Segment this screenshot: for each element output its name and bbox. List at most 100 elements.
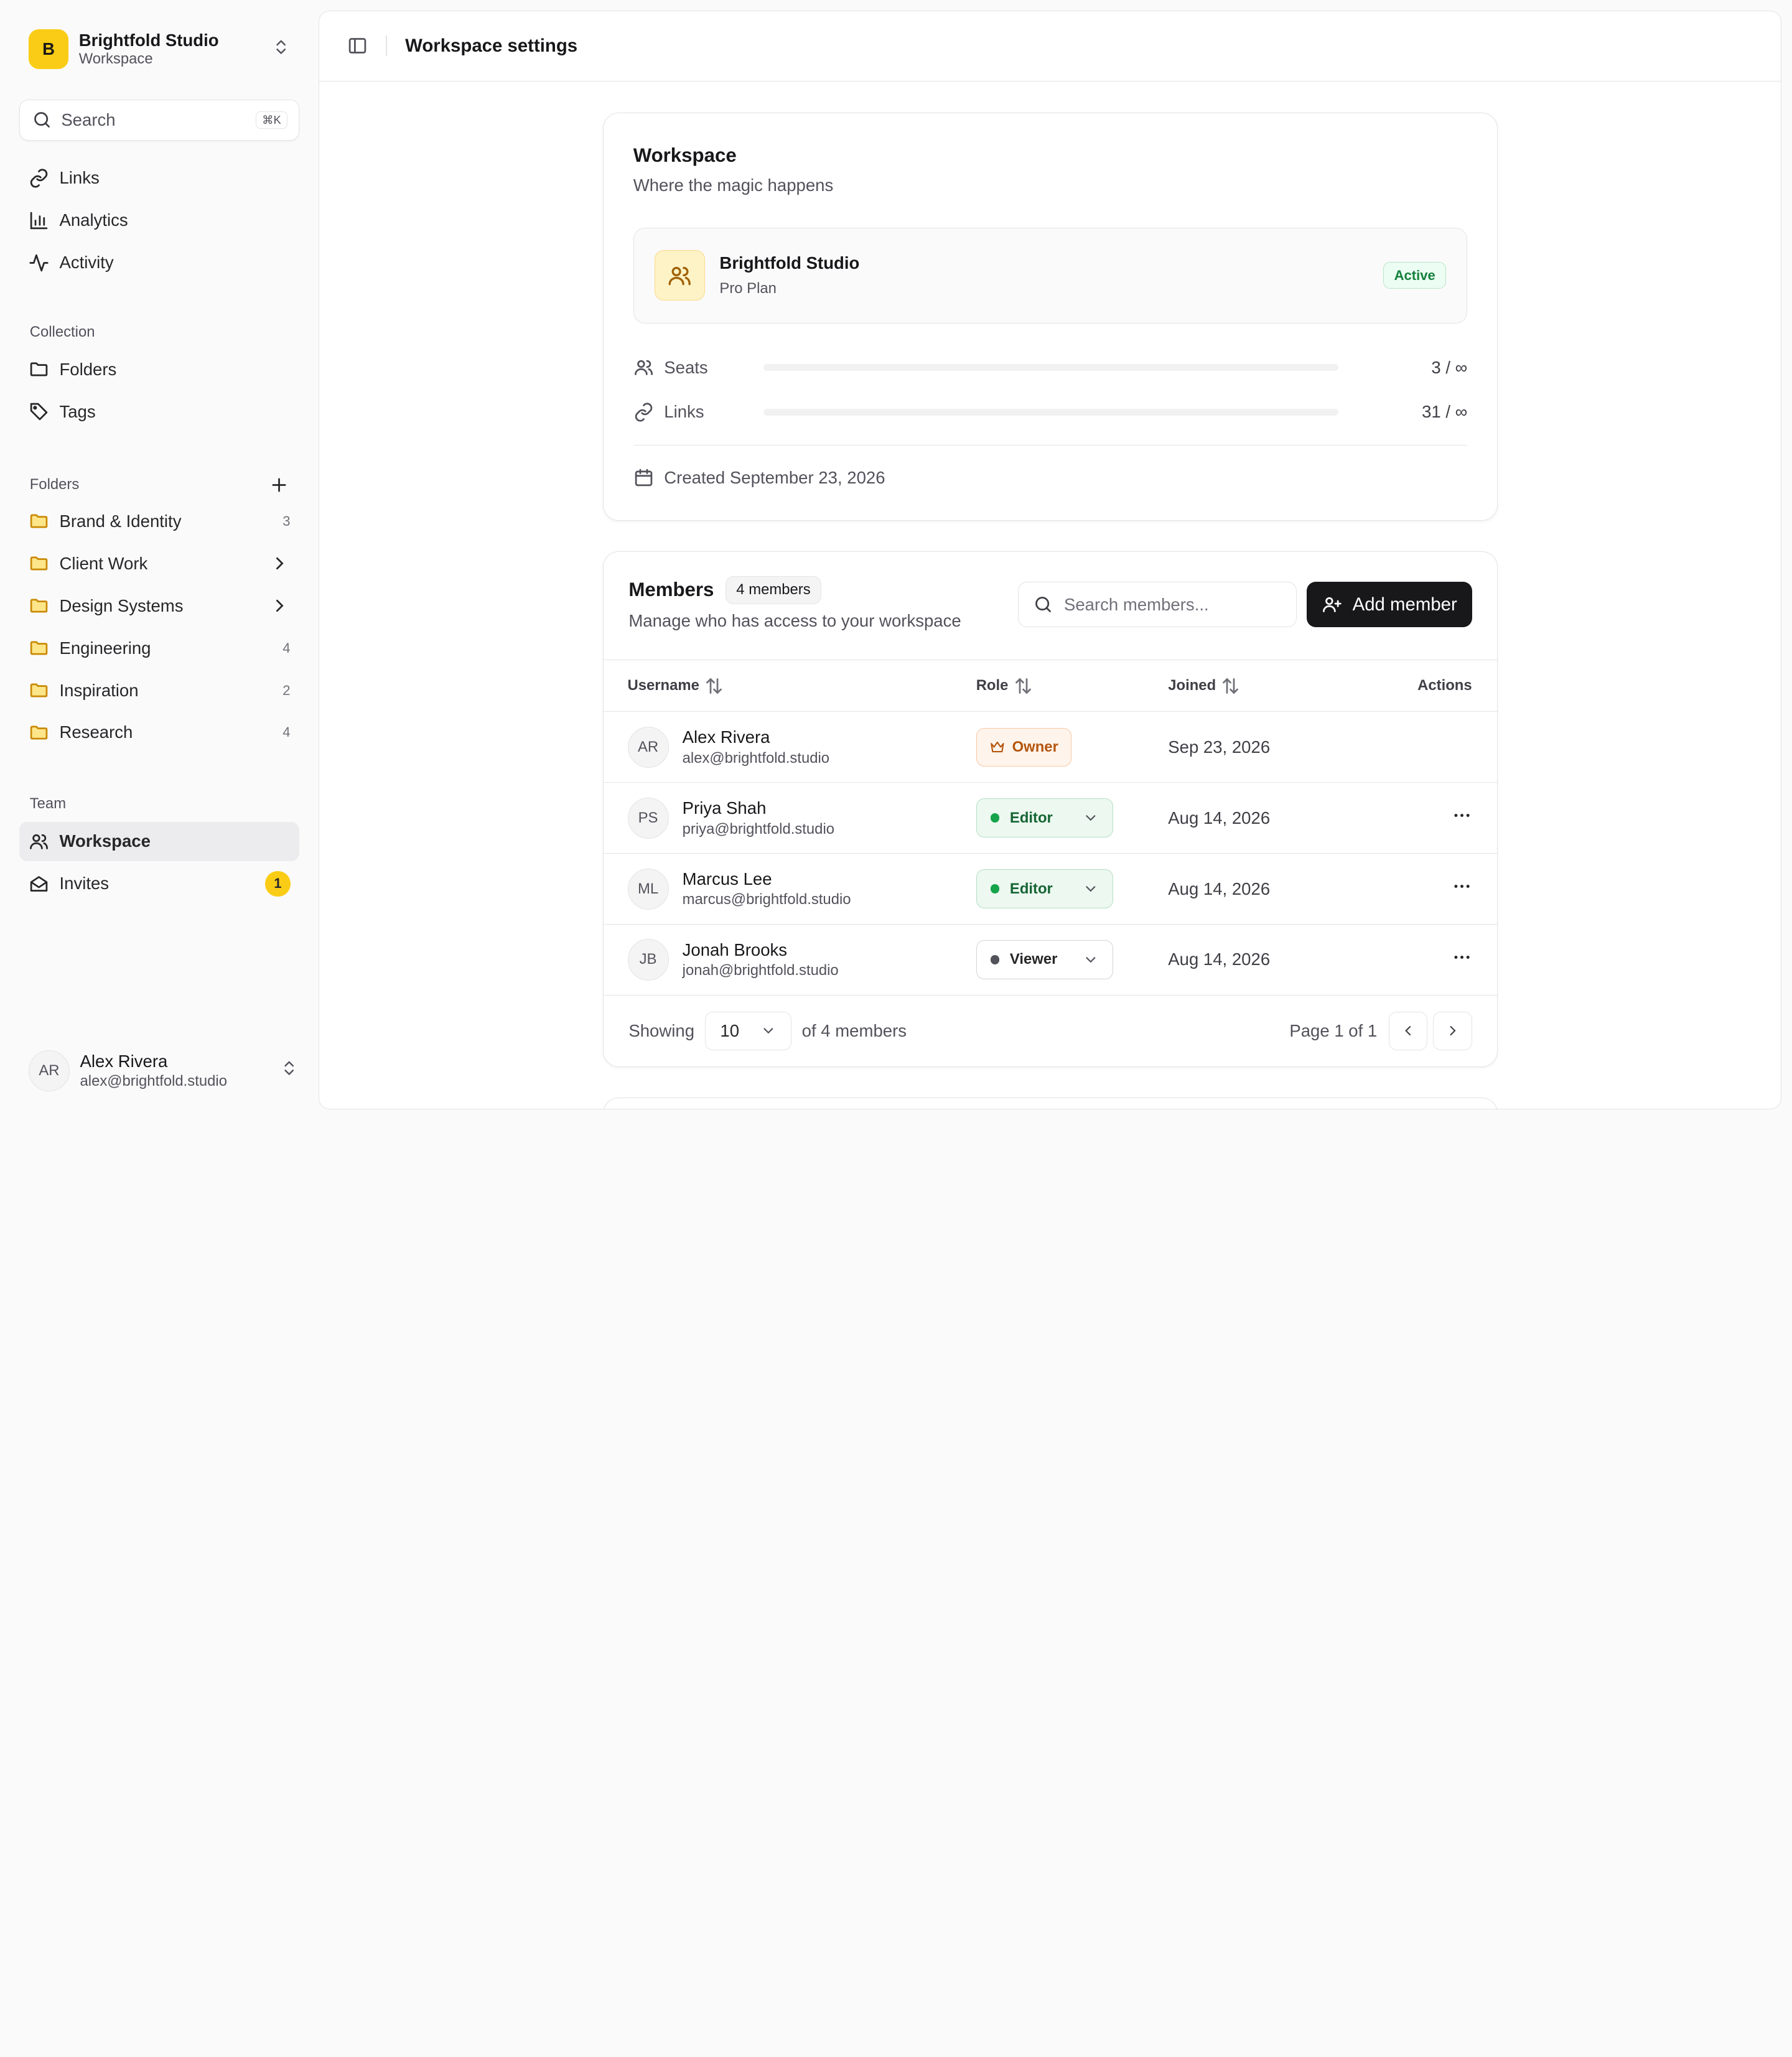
role-cell: Editor <box>976 869 1169 908</box>
folder-count: 3 <box>282 513 291 529</box>
link-icon <box>29 168 49 189</box>
members-search-input[interactable]: Search members... <box>1017 582 1297 628</box>
joined-date: Sep 23, 2026 <box>1168 737 1271 757</box>
members-title: Members <box>628 579 714 601</box>
status-badge: Active <box>1383 262 1447 289</box>
search-shortcut: ⌘K <box>255 111 287 129</box>
role-select[interactable]: Editor <box>976 798 1114 837</box>
nav-tags[interactable]: Tags <box>19 392 299 431</box>
add-member-button[interactable]: Add member <box>1307 582 1472 628</box>
chevron-right-icon[interactable] <box>269 595 290 616</box>
plan-name: Pro Plan <box>719 280 777 297</box>
folders-list: Brand & Identity 3 Client Work Design Sy… <box>19 502 299 752</box>
nav-activity[interactable]: Activity <box>19 243 299 282</box>
folder-label: Client Work <box>59 553 148 573</box>
main-nav: Links Analytics Activity <box>19 159 299 282</box>
avatar: AR <box>627 726 669 768</box>
link-icon <box>633 402 654 422</box>
next-page-button[interactable] <box>1433 1011 1472 1051</box>
workspace-card: Workspace Where the magic happens Bright… <box>602 112 1498 521</box>
current-user-menu[interactable]: AR Alex Rivera alex@brightfold.studio <box>28 1050 298 1092</box>
current-user-email: alex@brightfold.studio <box>80 1073 227 1090</box>
folder-icon <box>29 638 49 658</box>
role-dot <box>990 884 1000 893</box>
user-plus-icon <box>1322 594 1342 615</box>
more-actions-icon[interactable] <box>1452 947 1472 973</box>
collection-heading-label: Collection <box>29 323 95 340</box>
avatar: PS <box>627 797 669 839</box>
main-panel: Workspace settings Workspace Where the m… <box>319 10 1782 1110</box>
plan-summary: Brightfold Studio Pro Plan Active <box>633 227 1468 324</box>
nav-analytics[interactable]: Analytics <box>19 201 299 240</box>
team-heading-label: Team <box>29 795 67 813</box>
chevron-down-icon <box>1083 810 1099 826</box>
sidebar-search[interactable]: Search ⌘K <box>19 99 300 141</box>
more-actions-icon[interactable] <box>1452 805 1472 831</box>
page-size-value: 10 <box>720 1020 740 1040</box>
folder-icon <box>29 595 49 616</box>
column-username[interactable]: Username <box>604 676 976 696</box>
folder-label: Inspiration <box>59 680 139 700</box>
member-cell: PS Priya Shah priya@brightfold.studio <box>604 797 976 839</box>
member-email: marcus@brightfold.studio <box>682 891 851 908</box>
member-info: Jonah Brooks jonah@brightfold.studio <box>683 940 839 980</box>
folder-label: Design Systems <box>59 595 184 615</box>
nav-tags-label: Tags <box>59 401 96 421</box>
search-icon <box>32 110 52 130</box>
nav-links[interactable]: Links <box>19 159 299 197</box>
column-role[interactable]: Role <box>976 676 1169 696</box>
folder-item-client-work[interactable]: Client Work <box>19 544 299 583</box>
member-name: Jonah Brooks <box>682 940 788 959</box>
folder-item-inspiration[interactable]: Inspiration 2 <box>19 671 299 709</box>
prev-page-button[interactable] <box>1388 1011 1428 1051</box>
column-joined[interactable]: Joined <box>1168 676 1393 696</box>
column-joined-label: Joined <box>1168 677 1216 694</box>
folder-item-research[interactable]: Research 4 <box>19 713 299 752</box>
members-search-placeholder: Search members... <box>1063 594 1209 614</box>
sidebar-toggle-icon[interactable] <box>347 35 368 56</box>
folder-item-engineering[interactable]: Engineering 4 <box>19 628 299 667</box>
nav-invites[interactable]: Invites 1 <box>19 864 299 903</box>
member-email: jonah@brightfold.studio <box>682 962 839 979</box>
role-label: Viewer <box>1009 951 1058 968</box>
plan-text: Brightfold Studio Pro Plan <box>719 253 1383 297</box>
plan-workspace-name: Brightfold Studio <box>719 253 860 273</box>
search-label: Search <box>61 110 116 129</box>
collection-heading: Collection <box>19 324 299 341</box>
member-cell: JB Jonah Brooks jonah@brightfold.studio <box>604 939 976 981</box>
role-select[interactable]: Viewer <box>976 940 1114 979</box>
links-progress <box>763 408 1338 416</box>
nav-folders[interactable]: Folders <box>19 350 299 388</box>
activity-icon <box>29 253 49 273</box>
folders-heading-label: Folders <box>29 476 80 493</box>
search-icon <box>1033 594 1053 615</box>
folder-item-design-systems[interactable]: Design Systems <box>19 586 299 625</box>
page-size-select[interactable]: 10 <box>704 1011 792 1051</box>
nav-workspace-label: Workspace <box>59 831 151 851</box>
folders-heading: Folders <box>19 475 299 495</box>
showing-label: Showing <box>628 1020 695 1040</box>
nav-workspace[interactable]: Workspace <box>19 822 300 861</box>
role-select[interactable]: Editor <box>976 869 1114 908</box>
mail-open-icon <box>29 874 49 894</box>
actions-cell <box>1393 876 1497 902</box>
member-name: Alex Rivera <box>682 727 770 747</box>
workspace-switcher[interactable]: B Brightfold Studio Workspace <box>19 29 299 70</box>
seats-label: Seats <box>664 357 708 377</box>
links-label: Links <box>664 402 704 422</box>
actions-cell <box>1393 805 1497 831</box>
table-row: AR Alex Rivera alex@brightfold.studio Own… <box>603 712 1498 783</box>
add-folder-icon[interactable] <box>269 475 289 495</box>
workspace-switcher-text: Brightfold Studio Workspace <box>79 30 272 68</box>
role-cell: Editor <box>976 798 1169 837</box>
app-root: B Brightfold Studio Workspace Search ⌘K … <box>0 0 1792 1120</box>
nav-activity-label: Activity <box>59 253 114 273</box>
more-actions-icon[interactable] <box>1452 876 1472 902</box>
members-title-row: Members 4 members <box>628 576 1017 604</box>
chevron-right-icon[interactable] <box>269 553 290 574</box>
next-card-peek <box>602 1098 1498 1109</box>
folder-item-brand-identity[interactable]: Brand & Identity 3 <box>19 502 299 541</box>
invites-count-badge: 1 <box>265 871 291 897</box>
users-icon <box>29 831 49 852</box>
joined-date: Aug 14, 2026 <box>1168 949 1271 969</box>
